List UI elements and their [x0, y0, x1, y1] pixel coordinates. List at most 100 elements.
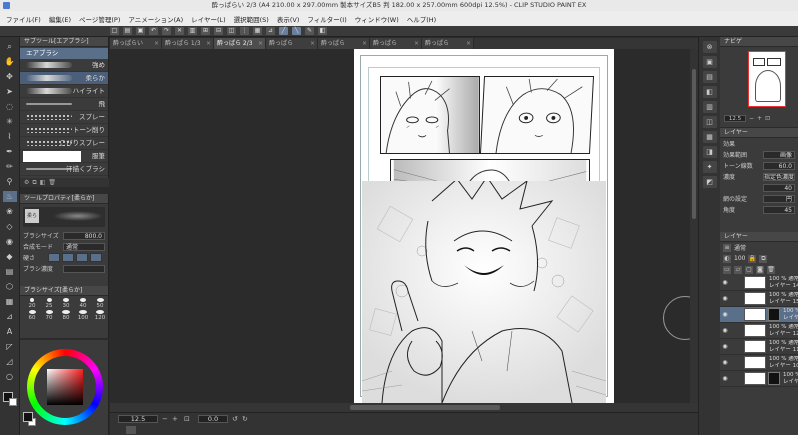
panel-close-icon[interactable]: ⊗ [702, 41, 717, 53]
tab-document-0[interactable]: 酔っぱらい × [110, 38, 162, 49]
close-icon[interactable]: × [206, 38, 211, 49]
brush-size-preset[interactable]: 100 [75, 310, 91, 321]
hardness-step[interactable] [76, 253, 88, 262]
rotation-input[interactable]: 0.0 [198, 415, 228, 423]
blend-mode-icon[interactable]: ≡ [723, 243, 731, 252]
snap-icon[interactable]: ⋮ [240, 27, 249, 35]
main-illustration[interactable] [361, 176, 607, 404]
hardness-step[interactable] [48, 253, 60, 262]
zoom-tool-icon[interactable]: ⌕ [3, 41, 17, 52]
eraser-tool-icon[interactable]: ◇ [3, 221, 17, 232]
open-icon[interactable]: ▤ [123, 27, 132, 35]
brush-size-preset[interactable]: 70 [41, 310, 57, 321]
close-icon[interactable]: × [414, 38, 419, 49]
pen-icon[interactable]: ✎ [305, 27, 314, 35]
eye-icon[interactable]: ◉ [720, 311, 730, 318]
lock-icon[interactable]: 🔒 [748, 254, 757, 263]
operation-tool-icon[interactable]: ➤ [3, 86, 17, 97]
undo-icon[interactable]: ↶ [149, 27, 158, 35]
eye-icon[interactable]: ◉ [720, 295, 730, 302]
layer-row[interactable]: ◉100 % 通常レイヤー 13 [720, 307, 798, 323]
menu-window[interactable]: ウィンドウ(W) [355, 14, 399, 24]
delete-layer-icon[interactable]: 🗑 [767, 265, 775, 274]
menu-help[interactable]: ヘルプ(H) [407, 14, 436, 24]
menu-selection[interactable]: 選択範囲(S) [234, 14, 269, 24]
menu-layer[interactable]: レイヤー(L) [191, 14, 226, 24]
brush-size-preset[interactable]: 50 [92, 298, 108, 309]
menu-filter[interactable]: フィルター(I) [307, 14, 346, 24]
close-icon[interactable]: × [310, 38, 315, 49]
menu-file[interactable]: ファイル(F) [6, 14, 41, 24]
tab-document-2[interactable]: 酔っぱら 2/3 × [214, 38, 266, 49]
opacity-icon[interactable]: ◐ [723, 254, 731, 263]
new-raster-layer-icon[interactable]: ▭ [723, 265, 731, 274]
saturation-value-square[interactable] [47, 369, 83, 405]
brush-item[interactable]: 服筆 [20, 150, 108, 163]
lasso-tool-icon[interactable]: ◌ [3, 101, 17, 112]
zoom-in-icon[interactable]: + [757, 115, 762, 122]
tab-document-6[interactable]: 酔っぱら × [422, 38, 474, 49]
main-color-swatch[interactable] [23, 412, 33, 422]
rotate-right-icon[interactable]: ↻ [242, 415, 251, 423]
fit-icon[interactable]: ⊡ [184, 415, 193, 423]
hardness-selector[interactable] [45, 253, 105, 262]
move-tool-icon[interactable]: ✥ [3, 71, 17, 82]
transform-icon[interactable]: ⊞ [201, 27, 210, 35]
subtool-copy-icon[interactable]: ⧉ [32, 179, 36, 187]
menu-page[interactable]: ページ管理(P) [79, 14, 120, 24]
tab-document-4[interactable]: 酔っぱら × [318, 38, 370, 49]
figure-tool-icon[interactable]: ⬡ [3, 281, 17, 292]
zoom-input[interactable]: 12.5 [118, 415, 158, 423]
frame-tool-icon[interactable]: ▦ [3, 296, 17, 307]
layer-prop-value[interactable]: 画像 [763, 150, 795, 159]
gradient-tool-icon[interactable]: ▤ [3, 266, 17, 277]
balloon-tool-icon[interactable]: ◸ [3, 341, 17, 352]
new-vector-layer-icon[interactable]: ▱ [734, 265, 742, 274]
layer-row[interactable]: ◉ 100 % 通常 レイヤー 12 [720, 323, 798, 339]
hand-tool-icon[interactable]: ✋ [3, 56, 17, 67]
material-icon[interactable]: ▥ [702, 101, 717, 113]
pen-tool-icon[interactable]: ✒ [3, 146, 17, 157]
balloon-shape-icon[interactable]: ○ [3, 371, 17, 382]
fill-tool-icon[interactable]: ◆ [3, 251, 17, 262]
brush-size-preset[interactable]: 40 [75, 298, 91, 309]
history-icon[interactable]: ◫ [702, 116, 717, 128]
fit-icon[interactable]: ⊡ [765, 115, 770, 122]
layer-row[interactable]: ◉ 100 % 通常 レイヤー 11 [720, 339, 798, 355]
brush-tool-icon[interactable]: ⚲ [3, 176, 17, 187]
blend-tool-icon[interactable]: ◉ [3, 236, 17, 247]
brush-size-preset[interactable]: 60 [24, 310, 40, 321]
brush-item[interactable]: トーン削り [20, 124, 108, 137]
brush-size-preset[interactable]: 80 [58, 310, 74, 321]
layer-prop-value[interactable]: 円 [763, 194, 795, 203]
layer-blend-select[interactable]: 通常 [734, 243, 746, 252]
new-folder-icon[interactable]: ▢ [745, 265, 753, 274]
eyedropper-icon[interactable]: ⌇ [3, 131, 17, 142]
text-tool-icon[interactable]: A [3, 326, 17, 337]
layer-icon[interactable]: ◧ [318, 27, 327, 35]
sub-view-icon[interactable]: ▤ [702, 71, 717, 83]
close-icon[interactable]: × [258, 38, 263, 49]
brush-size-preset[interactable]: 30 [58, 298, 74, 309]
page-nav-icon[interactable] [126, 426, 136, 434]
ruler-icon[interactable]: ⊿ [266, 27, 275, 35]
clip-icon[interactable]: ⧉ [759, 254, 768, 263]
item-bank-icon[interactable]: ◧ [702, 86, 717, 98]
manga-page[interactable] [354, 49, 614, 404]
tab-document-5[interactable]: 酔っぱら × [370, 38, 422, 49]
brush-size-preset[interactable]: 25 [41, 298, 57, 309]
close-icon[interactable]: × [154, 38, 159, 49]
auto-action-icon[interactable]: ▦ [702, 131, 717, 143]
layer-prop-value[interactable]: 40 [763, 183, 795, 192]
airbrush-tool-icon[interactable]: ♨ [2, 191, 17, 202]
pencil-tool-icon[interactable]: ✏ [3, 161, 17, 172]
vertical-scroll-thumb[interactable] [692, 69, 696, 219]
layer-row[interactable]: ◉ 100 % 通常 レイヤー 10 [720, 355, 798, 371]
hardness-step[interactable] [90, 253, 102, 262]
vertical-scrollbar[interactable] [690, 49, 698, 403]
brush-size-preset[interactable]: 20 [24, 298, 40, 309]
fill-icon[interactable]: ▥ [188, 27, 197, 35]
decoration-tool-icon[interactable]: ❀ [3, 206, 17, 217]
auto-select-icon[interactable]: ✳ [3, 116, 17, 127]
deselect-icon[interactable]: ⊟ [214, 27, 223, 35]
